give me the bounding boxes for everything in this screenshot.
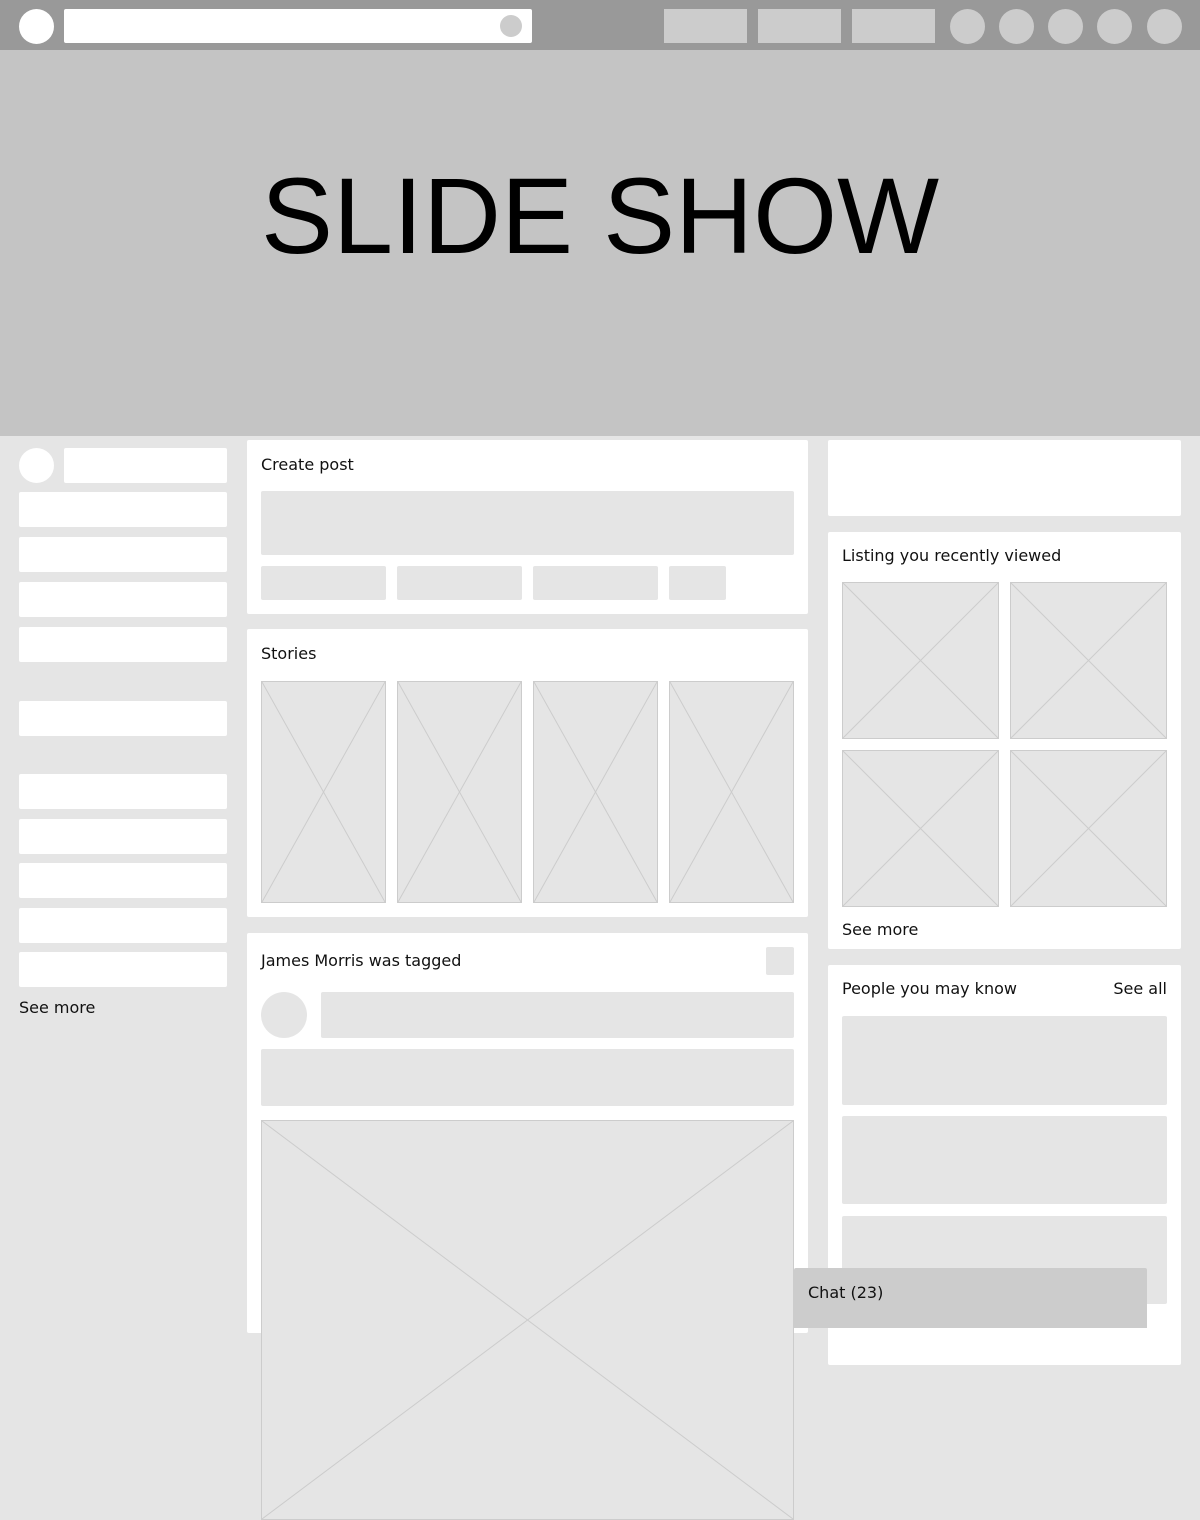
left-menu-item[interactable] [19,774,227,809]
post-option-button[interactable] [669,566,726,600]
listing-title: Listing you recently viewed [842,546,1062,565]
story-image[interactable] [533,681,658,903]
left-menu-item[interactable] [19,627,227,662]
create-post-title: Create post [261,455,354,474]
people-title: People you may know [842,979,1017,998]
listing-image[interactable] [1010,582,1167,739]
left-menu-item[interactable] [19,908,227,943]
left-menu-item[interactable] [19,492,227,527]
listing-image[interactable] [842,750,999,907]
search-input[interactable] [64,9,532,43]
listing-see-more-link[interactable]: See more [842,920,918,939]
person-suggestion[interactable] [842,1016,1167,1105]
search-icon[interactable] [500,15,522,37]
listing-image[interactable] [842,582,999,739]
nav-icon-2[interactable] [999,9,1034,44]
story-image[interactable] [397,681,522,903]
story-image[interactable] [669,681,794,903]
nav-icon-3[interactable] [1048,9,1083,44]
left-menu-item[interactable] [19,582,227,617]
nav-icon-1[interactable] [950,9,985,44]
left-see-more-link[interactable]: See more [19,998,95,1017]
profile-link[interactable] [64,448,227,483]
left-menu-item[interactable] [19,952,227,987]
chat-label: Chat (23) [808,1283,884,1302]
post-author-avatar[interactable] [261,992,307,1038]
post-option-button[interactable] [397,566,522,600]
left-menu-item[interactable] [19,701,227,736]
post-option-button[interactable] [533,566,658,600]
post-option-button[interactable] [261,566,386,600]
left-menu-item[interactable] [19,863,227,898]
story-image[interactable] [261,681,386,903]
slideshow-title: SLIDE SHOW [260,155,940,276]
nav-button-2[interactable] [758,9,841,43]
listing-image[interactable] [1010,750,1167,907]
stories-title: Stories [261,644,317,663]
profile-avatar[interactable] [19,448,54,483]
logo[interactable] [19,9,54,44]
nav-icon-4[interactable] [1097,9,1132,44]
post-input[interactable] [261,491,794,555]
slideshow[interactable]: SLIDE SHOW [0,50,1200,436]
left-menu-item[interactable] [19,537,227,572]
tagged-post-title: James Morris was tagged [261,951,462,970]
nav-button-1[interactable] [664,9,747,43]
chat-bar[interactable]: Chat (23) [794,1268,1147,1328]
post-text [261,1049,794,1106]
post-image[interactable] [261,1120,794,1520]
post-author-info [321,992,794,1038]
nav-button-3[interactable] [852,9,935,43]
left-menu-item[interactable] [19,819,227,854]
people-see-all-link[interactable]: See all [1113,979,1167,998]
nav-icon-5[interactable] [1147,9,1182,44]
right-top-box [828,440,1181,516]
person-suggestion[interactable] [842,1116,1167,1204]
post-menu-icon[interactable] [766,947,794,975]
